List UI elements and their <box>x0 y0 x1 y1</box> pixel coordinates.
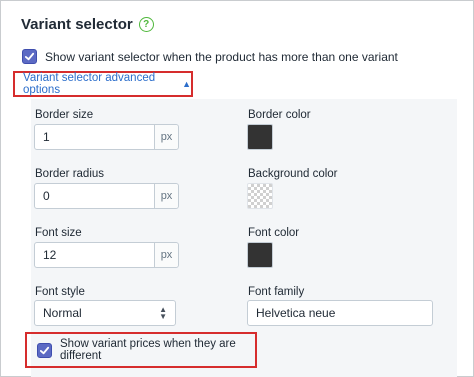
font-style-label: Font style <box>35 286 85 298</box>
font-size-field[interactable]: 12 px <box>34 242 179 268</box>
font-size-input[interactable]: 12 <box>35 243 154 267</box>
border-color-label: Border color <box>248 109 311 121</box>
border-radius-input[interactable]: 0 <box>35 184 154 208</box>
font-style-select[interactable]: Normal ▲ ▼ <box>34 300 176 326</box>
font-color-swatch[interactable] <box>247 242 273 268</box>
variant-selector-card: Variant selector ? Show variant selector… <box>0 0 474 377</box>
show-variant-prices-option[interactable]: Show variant prices when they are differ… <box>25 332 257 368</box>
border-size-field[interactable]: 1 px <box>34 124 179 150</box>
border-radius-label: Border radius <box>35 168 105 180</box>
show-variant-selector-label: Show variant selector when the product h… <box>45 49 398 64</box>
checkmark-icon <box>39 346 50 354</box>
border-radius-unit: px <box>154 184 178 208</box>
background-color-label: Background color <box>248 168 338 180</box>
border-size-unit: px <box>154 125 178 149</box>
advanced-options-toggle[interactable]: Variant selector advanced options ▲ <box>13 71 193 97</box>
border-size-input[interactable]: 1 <box>35 125 154 149</box>
border-color-swatch[interactable] <box>247 124 273 150</box>
select-arrows-icon: ▲ ▼ <box>159 305 167 321</box>
show-variant-prices-label: Show variant prices when they are differ… <box>60 338 236 362</box>
border-size-label: Border size <box>35 109 94 121</box>
question-mark-icon[interactable]: ? <box>138 16 154 32</box>
font-family-input[interactable]: Helvetica neue <box>247 300 433 326</box>
font-size-label: Font size <box>35 227 82 239</box>
caret-up-icon: ▲ <box>182 79 191 89</box>
font-size-unit: px <box>154 243 178 267</box>
font-family-value: Helvetica neue <box>256 306 336 320</box>
show-variant-selector-checkbox[interactable] <box>22 49 37 64</box>
border-radius-field[interactable]: 0 px <box>34 183 179 209</box>
show-variant-prices-checkbox[interactable] <box>37 342 52 358</box>
show-variant-selector-option[interactable]: Show variant selector when the product h… <box>22 49 398 64</box>
font-style-value: Normal <box>43 306 82 320</box>
advanced-options-label: Variant selector advanced options <box>23 72 156 96</box>
background-color-swatch[interactable] <box>247 183 273 209</box>
font-color-label: Font color <box>248 227 300 239</box>
section-header: Variant selector ? <box>21 13 154 35</box>
font-family-label: Font family <box>248 286 305 298</box>
checkmark-icon <box>24 52 35 61</box>
section-title: Variant selector <box>21 15 133 33</box>
